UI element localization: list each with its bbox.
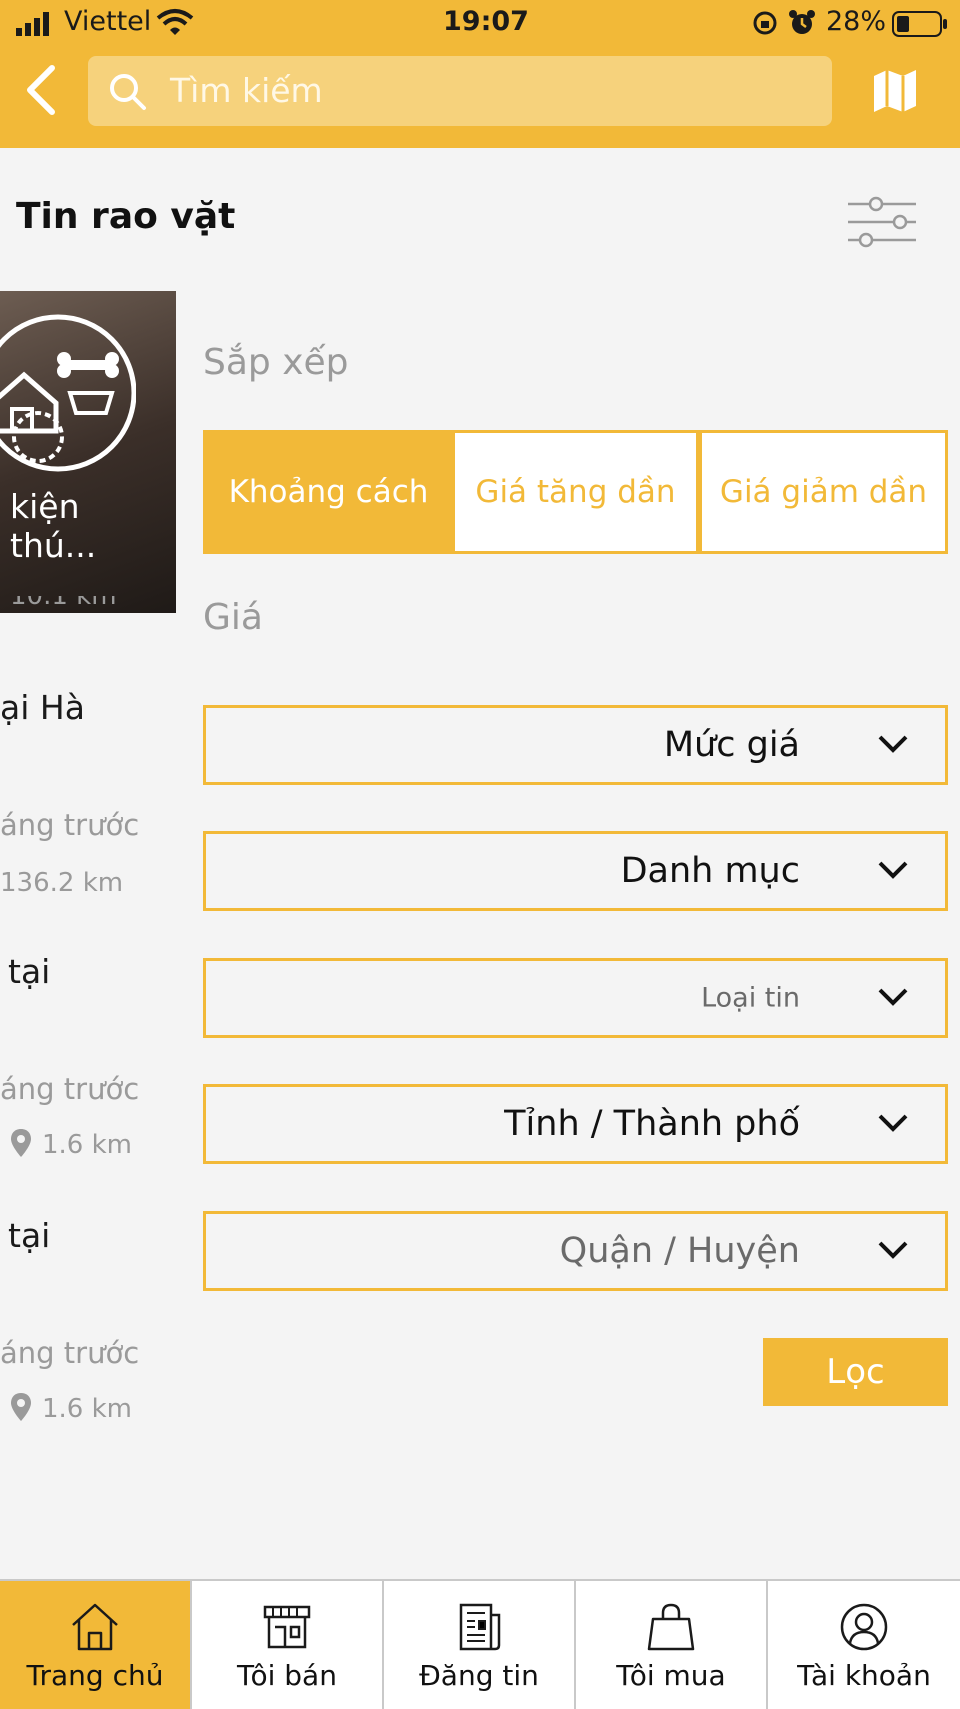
sort-option-label: Khoảng cách [228,474,429,510]
wifi-icon [156,9,194,35]
chevron-down-icon [878,861,908,879]
home-icon [72,1603,118,1651]
alarm-icon [789,10,815,34]
select-value: Tỉnh / Thành phố [504,1104,800,1144]
select-value: Mức giá [663,725,800,765]
nav-label: Đăng tin [419,1659,539,1692]
sort-option-label: Giá giảm dần [719,474,928,510]
sort-price-desc-button[interactable]: Giá giảm dần [699,430,948,554]
chevron-down-icon [878,1241,908,1259]
pet-shop-icon [0,314,136,472]
location-pin-icon [11,1129,31,1157]
nav-label: Tôi mua [616,1659,726,1692]
nav-label: Tôi bán [237,1659,337,1692]
search-icon [110,74,146,110]
category-select[interactable]: Danh mục [203,831,948,911]
listing-distance: 1.6 km [42,1394,132,1424]
listing-thumbnail[interactable]: kiện thú... [0,291,176,613]
listing-time: áng trước [0,808,140,842]
sort-label: Sắp xếp [203,342,349,383]
location-pin-icon [11,1393,31,1421]
back-icon[interactable] [22,64,58,116]
listing-title: tại [8,1216,51,1255]
chevron-down-icon [878,1114,908,1132]
newspaper-icon [459,1603,501,1651]
app-header: Viettel 19:07 28% Tìm kiếm [0,0,960,148]
apply-filter-button[interactable]: Lọc [763,1338,948,1406]
signal-icon [16,12,49,36]
nav-account[interactable]: Tài khoản [768,1581,960,1709]
lock-rotation-icon [753,11,777,35]
price-label: Giá [203,597,263,638]
listing-type-select[interactable]: Loại tin [203,958,948,1038]
select-value: Danh mục [620,851,800,891]
select-value: Loại tin [701,982,800,1014]
map-icon[interactable] [872,68,918,114]
listing-distance: 10.1 km [10,596,117,611]
page-title: Tin rao vặt [16,196,236,237]
listing-time: áng trước [0,1072,140,1106]
price-range-select[interactable]: Mức giá [203,705,948,785]
battery-icon [892,11,947,37]
search-placeholder: Tìm kiếm [170,71,323,110]
apply-filter-label: Lọc [826,1352,885,1392]
store-icon [263,1605,311,1649]
sort-price-asc-button[interactable]: Giá tăng dần [452,430,699,554]
bottom-nav: Trang chủ Tôi bán Đăng tin Tôi mua Tài k… [0,1579,960,1709]
user-circle-icon [840,1603,888,1651]
chevron-down-icon [878,735,908,753]
carrier-name: Viettel [64,6,152,37]
filter-sliders-icon[interactable] [846,196,918,248]
listing-time: áng trước [0,1336,140,1370]
select-value: Quận / Huyện [559,1231,800,1271]
listing-title: tại [8,952,51,991]
nav-home[interactable]: Trang chủ [0,1581,192,1709]
district-select[interactable]: Quận / Huyện [203,1211,948,1291]
sort-option-label: Giá tăng dần [475,474,676,510]
nav-label: Tài khoản [797,1659,931,1692]
battery-percent: 28% [826,6,887,37]
nav-label: Trang chủ [26,1659,164,1692]
listing-title: kiện thú... [10,487,97,565]
sort-distance-button[interactable]: Khoảng cách [203,430,454,554]
search-input[interactable]: Tìm kiếm [88,56,832,126]
chevron-down-icon [878,988,908,1006]
nav-post[interactable]: Đăng tin [384,1581,576,1709]
nav-sell[interactable]: Tôi bán [192,1581,384,1709]
shopping-bag-icon [647,1603,695,1651]
listing-distance: 1.6 km [42,1130,132,1160]
listing-title: ại Hà [0,688,85,727]
listing-distance: 136.2 km [0,868,124,898]
clock: 19:07 [443,6,529,37]
nav-buy[interactable]: Tôi mua [576,1581,768,1709]
province-select[interactable]: Tỉnh / Thành phố [203,1084,948,1164]
